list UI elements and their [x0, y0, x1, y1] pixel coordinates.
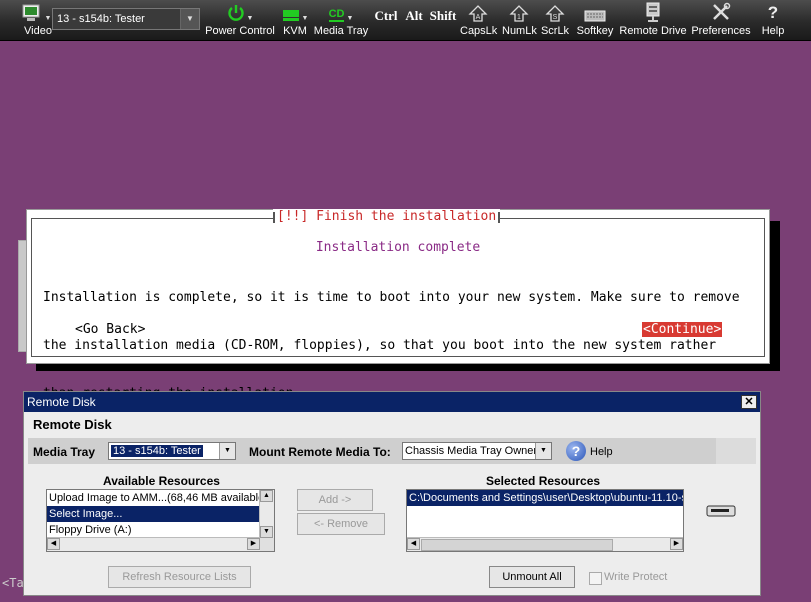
installer-dialog: [!!] Finish the installation Installatio…: [26, 209, 770, 401]
help-button[interactable]: ? Help: [756, 0, 790, 40]
media-tray-bar-end: [716, 438, 756, 464]
media-tray-select[interactable]: 13 - s154b: Tester ▼: [108, 442, 236, 460]
selected-resources-header: Selected Resources: [486, 474, 601, 488]
keyboard-icon: [584, 10, 606, 22]
alt-key-label: Alt: [405, 8, 423, 23]
scrollbar-corner: [260, 538, 274, 551]
softkey-button[interactable]: Softkey: [574, 0, 616, 40]
shift-key-label: Shift: [429, 8, 457, 23]
available-resources-list[interactable]: Upload Image to AMM...(68,46 MB availabl…: [46, 489, 275, 552]
power-control-label: Power Control: [205, 25, 275, 37]
scroll-down-icon[interactable]: ▼: [260, 526, 273, 538]
go-back-button[interactable]: <Go Back>: [75, 322, 145, 337]
remote-drive-label: Remote Drive: [619, 25, 687, 37]
scroll-up-icon[interactable]: ▲: [260, 490, 273, 502]
add-button[interactable]: Add ->: [297, 489, 373, 511]
remote-disk-window-title: Remote Disk: [27, 395, 96, 409]
scrolllock-icon-letter: S: [553, 14, 558, 21]
tools-icon: [713, 2, 731, 20]
ctrl-key-label: Ctrl: [374, 8, 398, 23]
remote-disk-window: Remote Disk ✕ Remote Disk Media Tray 13 …: [23, 391, 761, 596]
scrolllock-button[interactable]: S ScrLk: [540, 0, 570, 40]
remove-button[interactable]: <- Remove: [297, 513, 385, 535]
chevron-down-icon: ▼: [44, 15, 52, 22]
scrollbar-thumb[interactable]: [421, 539, 613, 551]
media-tray-label: Media Tray: [33, 445, 96, 459]
drive-icon: [706, 505, 736, 517]
preferences-button[interactable]: Preferences: [690, 0, 752, 40]
mount-to-select-value: Chassis Media Tray Owner: [405, 445, 538, 457]
help-label: Help: [761, 25, 785, 37]
remote-disk-heading: Remote Disk: [33, 417, 112, 432]
help-icon[interactable]: ?: [566, 441, 586, 461]
scrolllock-icon: S: [545, 5, 565, 22]
ctrl-key-button[interactable]: Ctrl: [374, 8, 398, 48]
power-icon: [227, 5, 244, 21]
remote-drive-button[interactable]: Remote Drive: [618, 0, 688, 40]
remote-disk-titlebar[interactable]: Remote Disk ✕: [24, 392, 760, 412]
chevron-down-icon: ▼: [219, 443, 235, 459]
installer-dialog-title: [!!] Finish the installation: [273, 209, 501, 224]
media-tray-menu[interactable]: CD ▼ Media Tray: [312, 0, 370, 40]
scroll-right-icon[interactable]: ▶: [670, 538, 683, 550]
scrolllock-label: ScrLk: [540, 25, 570, 37]
selected-resources-list[interactable]: C:\Documents and Settings\user\Desktop\u…: [406, 489, 684, 552]
chevron-down-icon: ▼: [180, 9, 199, 29]
kvm-icon: [282, 10, 299, 21]
cd-icon: CD: [328, 8, 345, 22]
monitor-icon: [22, 4, 40, 21]
vertical-scrollbar[interactable]: ▲ ▼: [259, 490, 274, 538]
horizontal-scrollbar[interactable]: ◀ ▶: [407, 537, 683, 551]
write-protect-label: Write Protect: [604, 571, 668, 583]
write-protect-checkbox[interactable]: [589, 572, 602, 585]
scroll-right-icon[interactable]: ▶: [247, 538, 260, 550]
horizontal-scrollbar[interactable]: ◀ ▶: [47, 537, 260, 551]
capslock-icon: A: [468, 5, 488, 22]
installer-heading: Installation complete: [315, 240, 481, 255]
alt-key-button[interactable]: Alt: [403, 8, 425, 48]
numlock-label: NumLk: [502, 25, 537, 37]
available-resources-header: Available Resources: [103, 474, 220, 488]
numlock-icon-digit: 1: [517, 14, 521, 21]
media-tray-select-value: 13 - s154b: Tester: [111, 445, 203, 457]
continue-button[interactable]: <Continue>: [642, 322, 723, 337]
preferences-label: Preferences: [691, 25, 751, 37]
shift-key-button[interactable]: Shift: [428, 8, 458, 48]
chevron-down-icon: ▼: [346, 15, 354, 22]
chevron-down-icon: ▼: [246, 15, 254, 22]
installer-message-line: the installation media (CD-ROM, floppies…: [43, 338, 717, 353]
kvm-label: KVM: [283, 25, 307, 37]
question-icon: ?: [767, 3, 779, 22]
softkey-label: Softkey: [576, 25, 614, 37]
numlock-icon: 1: [509, 5, 529, 22]
kvm-toolbar: ▼ Video 13 - s154b: Tester ▼ ▼ Power Con…: [0, 0, 811, 41]
mount-to-label: Mount Remote Media To:: [249, 445, 391, 459]
close-icon[interactable]: ✕: [741, 395, 757, 409]
refresh-resources-button[interactable]: Refresh Resource Lists: [108, 566, 251, 588]
capslock-label: CapsLk: [460, 25, 498, 37]
scroll-left-icon[interactable]: ◀: [47, 538, 60, 550]
mount-to-select[interactable]: Chassis Media Tray Owner ▼: [402, 442, 552, 460]
chevron-down-icon: ▼: [535, 443, 551, 459]
unmount-all-button[interactable]: Unmount All: [489, 566, 575, 588]
list-item-selected[interactable]: C:\Documents and Settings\user\Desktop\u…: [407, 490, 683, 506]
installer-message-line: Installation is complete, so it is time …: [43, 290, 740, 305]
scroll-left-icon[interactable]: ◀: [407, 538, 420, 550]
capslock-icon-letter: A: [476, 14, 481, 21]
capslock-button[interactable]: A CapsLk: [460, 0, 498, 40]
numlock-button[interactable]: 1 NumLk: [502, 0, 537, 40]
help-link[interactable]: Help: [590, 446, 613, 458]
vm-selector-value: 13 - s154b: Tester: [57, 13, 145, 25]
chevron-down-icon: ▼: [301, 15, 309, 22]
console-hint-text: <Ta: [2, 576, 24, 590]
media-tray-label: Media Tray: [313, 25, 369, 37]
list-item-selected[interactable]: Select Image...: [47, 506, 274, 522]
power-control-menu[interactable]: ▼ Power Control: [204, 0, 276, 40]
remote-drive-icon: [646, 2, 660, 22]
kvm-menu[interactable]: ▼ KVM: [280, 0, 310, 40]
list-item[interactable]: Upload Image to AMM...(68,46 MB availabl…: [47, 490, 274, 506]
list-item[interactable]: Floppy Drive (A:): [47, 522, 274, 538]
vm-selector[interactable]: 13 - s154b: Tester ▼: [52, 8, 200, 30]
